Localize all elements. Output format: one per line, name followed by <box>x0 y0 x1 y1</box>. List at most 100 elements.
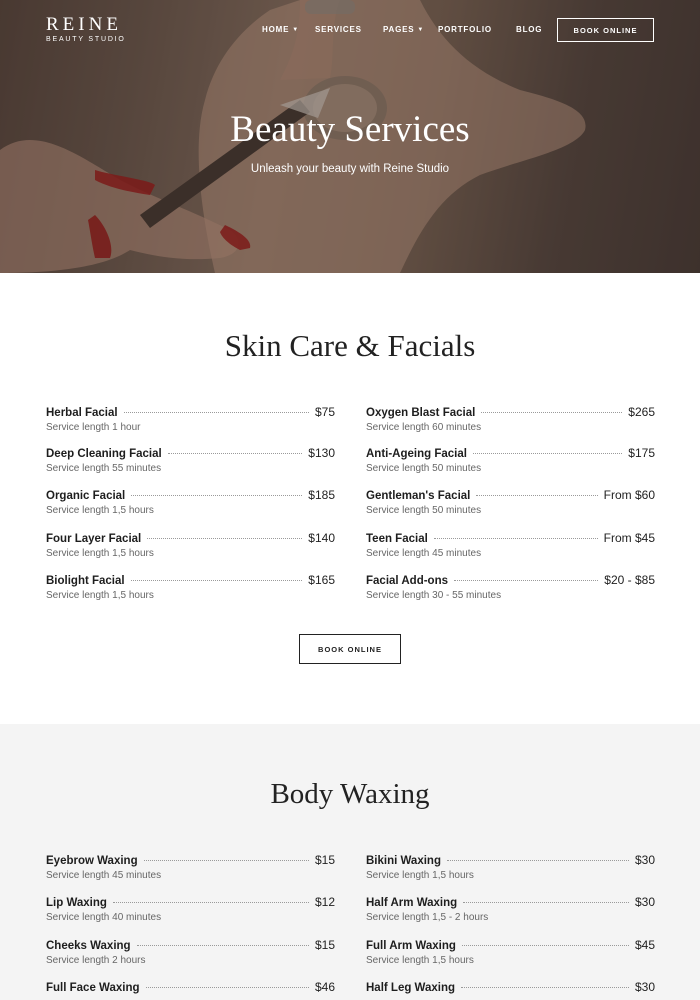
section-title-waxing: Body Waxing <box>270 778 430 810</box>
service-name: Cheeks Waxing <box>46 940 131 952</box>
service-name: Half Leg Waxing <box>366 982 456 994</box>
service-price: $175 <box>628 446 655 460</box>
service-price: $265 <box>628 405 655 419</box>
service-item: Eyebrow Waxing $15 Service length 45 minu… <box>46 853 335 887</box>
leader-dots <box>463 902 629 903</box>
service-price: $30 <box>634 895 655 909</box>
service-length: Service length 1 hour <box>46 422 141 433</box>
service-length: Service length 50 minutes <box>366 463 482 474</box>
nav-item-pages[interactable]: PAGES ▼ <box>383 25 424 34</box>
nav-label: PAGES <box>383 25 415 34</box>
service-name: Teen Facial <box>366 533 428 545</box>
service-price: $75 <box>314 405 335 419</box>
nav-item-portfolio[interactable]: PORTFOLIO <box>438 25 492 34</box>
service-name: Lip Waxing <box>46 897 107 909</box>
service-length: Service length 40 minutes <box>46 912 162 923</box>
service-item: Full Arm Waxing $45 Service length 1,5 ho… <box>366 938 655 972</box>
leader-dots <box>446 860 629 861</box>
nav-label: HOME <box>262 25 290 34</box>
service-price: $140 <box>308 531 335 545</box>
service-item: Organic Facial $185 Service length 1,5 ho… <box>46 488 335 522</box>
leader-dots <box>147 538 303 539</box>
leader-dots <box>131 495 303 496</box>
service-price: $20 - $85 <box>604 573 655 587</box>
service-name: Facial Add-ons <box>366 575 448 587</box>
leader-dots <box>472 453 623 454</box>
leader-dots <box>461 945 629 946</box>
service-name: Anti-Ageing Facial <box>366 448 467 460</box>
service-item: Herbal Facial $75 Service length 1 hour <box>46 405 335 439</box>
service-length: Service length 1,5 hours <box>366 870 474 881</box>
service-name: Organic Facial <box>46 490 126 502</box>
service-item: Oxygen Blast Facial $265 Service length 6… <box>366 405 655 439</box>
book-online-button[interactable]: BOOK ONLINE <box>299 634 401 664</box>
chevron-down-icon: ▼ <box>292 27 299 33</box>
chevron-down-icon: ▼ <box>417 27 425 33</box>
service-name: Eyebrow Waxing <box>46 855 138 867</box>
service-length: Service length 1,5 hours <box>366 955 474 966</box>
service-item: Bikini Waxing $30 Service length 1,5 hour… <box>366 853 655 887</box>
service-length: Service length 55 minutes <box>46 463 162 474</box>
service-price: $30 <box>634 853 655 867</box>
leader-dots <box>433 538 598 539</box>
service-price: From $60 <box>603 488 655 502</box>
service-length: Service length 1,5 - 2 hours <box>366 912 489 923</box>
nav-item-home[interactable]: HOME ▼ <box>262 25 299 34</box>
nav-label: BLOG <box>516 25 543 34</box>
leader-dots <box>476 495 598 496</box>
service-price: $165 <box>308 573 335 587</box>
nav-label: SERVICES <box>315 25 362 34</box>
service-price: $185 <box>308 488 335 502</box>
service-name: Gentleman's Facial <box>366 490 471 502</box>
service-price: $46 <box>314 980 335 994</box>
service-item: Gentleman's Facial From $60 Service lengt… <box>366 488 655 522</box>
leader-dots <box>112 902 309 903</box>
service-length: Service length 1,5 hours <box>46 505 154 516</box>
service-price: $45 <box>634 938 655 952</box>
leader-dots <box>136 945 309 946</box>
book-online-button[interactable]: BOOK ONLINE <box>557 18 654 42</box>
service-price: $30 <box>634 980 655 994</box>
leader-dots <box>130 580 303 581</box>
leader-dots <box>143 860 309 861</box>
service-length: Service length 1,5 hours <box>46 548 154 559</box>
service-name: Oxygen Blast Facial <box>366 407 476 419</box>
service-name: Four Layer Facial <box>46 533 142 545</box>
service-length: Service length 50 minutes <box>366 505 482 516</box>
leader-dots <box>145 987 309 988</box>
leader-dots <box>454 580 599 581</box>
service-length: Service length 45 minutes <box>46 870 162 881</box>
service-name: Full Arm Waxing <box>366 940 456 952</box>
service-item: Biolight Facial $165 Service length 1,5 h… <box>46 573 335 607</box>
hero-title: Beauty Services <box>230 109 470 150</box>
leader-dots <box>167 453 303 454</box>
service-name: Full Face Waxing <box>46 982 140 994</box>
service-name: Herbal Facial <box>46 407 118 419</box>
service-length: Service length 60 minutes <box>366 422 482 433</box>
logo-tagline: BEAUTY STUDIO <box>46 36 126 43</box>
service-name: Half Arm Waxing <box>366 897 458 909</box>
service-price: $15 <box>314 938 335 952</box>
service-item: Teen Facial From $45 Service length 45 mi… <box>366 531 655 565</box>
service-length: Service length 45 minutes <box>366 548 482 559</box>
service-item: Cheeks Waxing $15 Service length 2 hours <box>46 938 335 972</box>
nav-label: PORTFOLIO <box>438 25 492 34</box>
service-name: Bikini Waxing <box>366 855 441 867</box>
service-item: Facial Add-ons $20 - $85 Service length 3… <box>366 573 655 607</box>
service-price: $15 <box>314 853 335 867</box>
leader-dots <box>123 412 309 413</box>
service-length: Service length 1,5 hours <box>46 590 154 601</box>
service-price: $130 <box>308 446 335 460</box>
hero-subtitle: Unleash your beauty with Reine Studio <box>250 163 450 175</box>
service-name: Biolight Facial <box>46 575 125 587</box>
service-item: Half Arm Waxing $30 Service length 1,5 - … <box>366 895 655 929</box>
nav-item-services[interactable]: SERVICES <box>315 25 362 34</box>
leader-dots <box>481 412 623 413</box>
section-title-skin-care: Skin Care & Facials <box>224 328 476 363</box>
service-item: Half Leg Waxing $30 <box>366 980 655 998</box>
service-price: $12 <box>314 895 335 909</box>
leader-dots <box>461 987 629 988</box>
nav-item-blog[interactable]: BLOG <box>516 25 542 34</box>
service-name: Deep Cleaning Facial <box>46 448 162 460</box>
service-item: Four Layer Facial $140 Service length 1,5… <box>46 531 335 565</box>
